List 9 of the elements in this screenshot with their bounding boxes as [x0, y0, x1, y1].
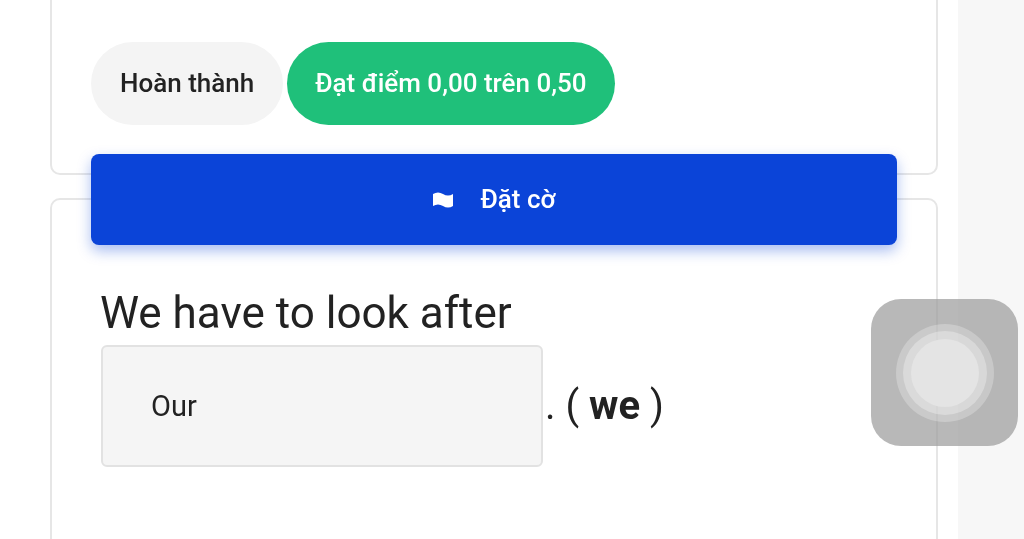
score-badge: Đạt điểm 0,00 trên 0,50 [287, 42, 615, 125]
answer-field[interactable]: Our [101, 345, 543, 467]
question-text: We have to look after [100, 286, 512, 341]
assistive-touch-button[interactable] [871, 299, 1018, 446]
flag-button[interactable]: Đặt cờ [91, 154, 897, 245]
status-badge: Hoàn thành [91, 42, 284, 125]
flag-icon [432, 191, 455, 208]
circle-icon [894, 322, 995, 423]
answer-hint: . ( we ) [545, 381, 664, 431]
